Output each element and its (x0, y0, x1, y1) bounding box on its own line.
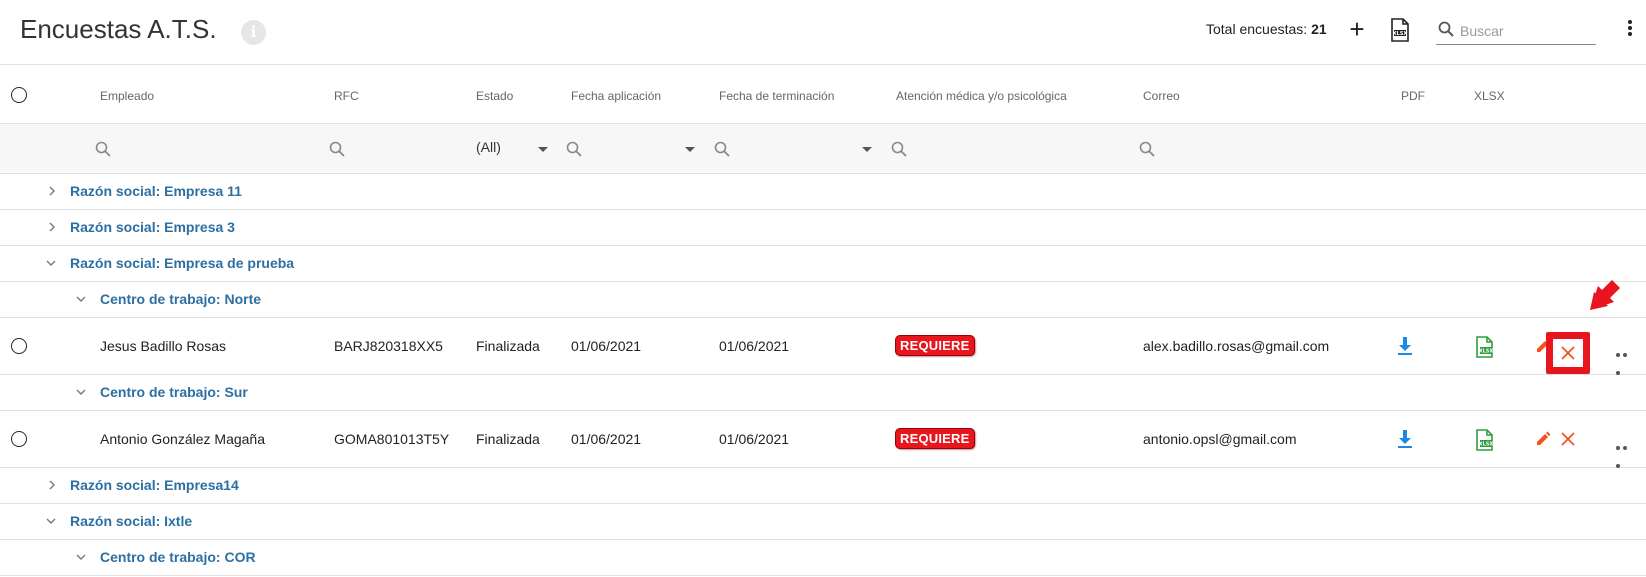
group-label: Razón social: Empresa14 (70, 477, 239, 493)
subgroup-row[interactable]: Centro de trabajo: Sur (0, 375, 1646, 411)
group-label: Razón social: Empresa de prueba (70, 255, 295, 271)
estado-filter-select[interactable]: (All) (476, 139, 501, 155)
pencil-icon[interactable] (1535, 431, 1551, 447)
cell-empleado: Antonio González Magaña (100, 431, 265, 447)
chevron-down-icon[interactable] (862, 147, 872, 152)
col-pdf[interactable]: PDF (1401, 89, 1425, 103)
group-row[interactable]: Razón social: Empresa de prueba (0, 246, 1646, 282)
cell-estado: Finalizada (476, 431, 540, 447)
cell-fecha-terminacion: 01/06/2021 (719, 338, 790, 354)
cell-rfc: GOMA801013T5Y (334, 431, 450, 447)
select-all-radio[interactable] (11, 87, 27, 103)
total-label: Total encuestas: (1206, 21, 1308, 37)
delete-highlight-box (1546, 332, 1590, 374)
chevron-right-icon[interactable] (47, 480, 57, 490)
table-row: Antonio González Magaña GOMA801013T5Y Fi… (0, 411, 1646, 468)
group-label: Razón social: Empresa 11 (70, 183, 242, 199)
chevron-down-icon[interactable] (76, 387, 86, 397)
group-label: Razón social: Empresa 3 (70, 219, 235, 235)
search-icon[interactable] (329, 141, 345, 157)
chevron-right-icon[interactable] (47, 186, 57, 196)
group-row[interactable]: Razón social: Empresa14 (0, 468, 1646, 504)
toolbar: Encuestas A.T.S. i Total encuestas: 21 +… (0, 0, 1646, 65)
kebab-icon[interactable] (1625, 18, 1635, 42)
close-icon[interactable] (1561, 346, 1575, 360)
chevron-down-icon[interactable] (685, 147, 695, 152)
group-label: Razón social: Ixtle (70, 513, 193, 529)
svg-text:XLSX: XLSX (1393, 31, 1408, 37)
search-icon[interactable] (1139, 141, 1155, 157)
subgroup-label: Centro de trabajo: Sur (100, 384, 248, 400)
search-input[interactable] (1458, 19, 1596, 43)
svg-text:XLSX: XLSX (1479, 349, 1494, 355)
group-row[interactable]: Razón social: Empresa 11 (0, 174, 1646, 210)
status-badge: REQUIERE (896, 336, 974, 355)
search-icon[interactable] (95, 141, 111, 157)
xlsx-file-icon[interactable]: XLSX (1475, 336, 1495, 358)
status-badge: REQUIERE (896, 429, 974, 448)
download-icon[interactable] (1397, 336, 1413, 356)
chevron-down-icon[interactable] (76, 294, 86, 304)
total-count: 21 (1311, 21, 1327, 37)
red-arrow-annotation (1590, 274, 1626, 310)
filter-row: (All) (0, 124, 1646, 174)
chevron-down-icon[interactable] (76, 552, 86, 562)
col-estado[interactable]: Estado (476, 89, 513, 103)
chevron-down-icon[interactable] (46, 516, 56, 526)
row-select-radio[interactable] (11, 431, 27, 447)
col-rfc[interactable]: RFC (334, 89, 359, 103)
search-icon (1438, 21, 1454, 37)
more-horizontal-icon[interactable] (1616, 344, 1636, 375)
page-title: Encuestas A.T.S. (20, 14, 217, 44)
more-horizontal-icon[interactable] (1616, 437, 1636, 468)
col-correo[interactable]: Correo (1143, 89, 1180, 103)
chevron-down-icon[interactable] (46, 258, 56, 268)
cell-empleado: Jesus Badillo Rosas (100, 338, 227, 354)
cell-fecha-aplicacion: 01/06/2021 (571, 431, 642, 447)
search-icon[interactable] (566, 141, 582, 157)
export-xlsx-button[interactable]: XLSX (1389, 18, 1411, 42)
subgroup-row[interactable]: Centro de trabajo: Norte (0, 282, 1646, 318)
col-atencion[interactable]: Atención médica y/o psicológica (896, 89, 1067, 103)
cell-correo: alex.badillo.rosas@gmail.com (1143, 338, 1330, 354)
info-icon[interactable]: i (241, 20, 266, 45)
table-row: Jesus Badillo Rosas BARJ820318XX5 Finali… (0, 318, 1646, 375)
search-icon[interactable] (891, 141, 907, 157)
chevron-down-icon[interactable] (538, 147, 548, 152)
download-icon[interactable] (1397, 429, 1413, 449)
search-box (1436, 17, 1596, 45)
chevron-right-icon[interactable] (47, 222, 57, 232)
search-icon[interactable] (714, 141, 730, 157)
row-select-radio[interactable] (11, 338, 27, 354)
col-fecha-aplicacion[interactable]: Fecha aplicación (571, 89, 661, 103)
subgroup-label: Centro de trabajo: Norte (100, 291, 262, 307)
col-fecha-terminacion[interactable]: Fecha de terminación (719, 89, 834, 103)
xlsx-file-icon: XLSX (1391, 18, 1409, 42)
group-row[interactable]: Razón social: Ixtle (0, 504, 1646, 540)
close-icon[interactable] (1561, 432, 1575, 446)
total-surveys: Total encuestas: 21 (1206, 21, 1327, 37)
col-empleado[interactable]: Empleado (100, 89, 154, 103)
cell-correo: antonio.opsl@gmail.com (1143, 431, 1297, 447)
svg-text:XLSX: XLSX (1479, 442, 1494, 448)
subgroup-row[interactable]: Centro de trabajo: COR (0, 540, 1646, 576)
table-header: Empleado RFC Estado Fecha aplicación Fec… (0, 65, 1646, 124)
add-survey-button[interactable]: + (1346, 16, 1368, 42)
group-row[interactable]: Razón social: Empresa 3 (0, 210, 1646, 246)
cell-fecha-terminacion: 01/06/2021 (719, 431, 790, 447)
cell-rfc: BARJ820318XX5 (334, 338, 443, 354)
cell-fecha-aplicacion: 01/06/2021 (571, 338, 642, 354)
subgroup-label: Centro de trabajo: COR (100, 549, 256, 565)
xlsx-file-icon[interactable]: XLSX (1475, 429, 1495, 451)
col-xlsx[interactable]: XLSX (1474, 89, 1505, 103)
cell-estado: Finalizada (476, 338, 540, 354)
